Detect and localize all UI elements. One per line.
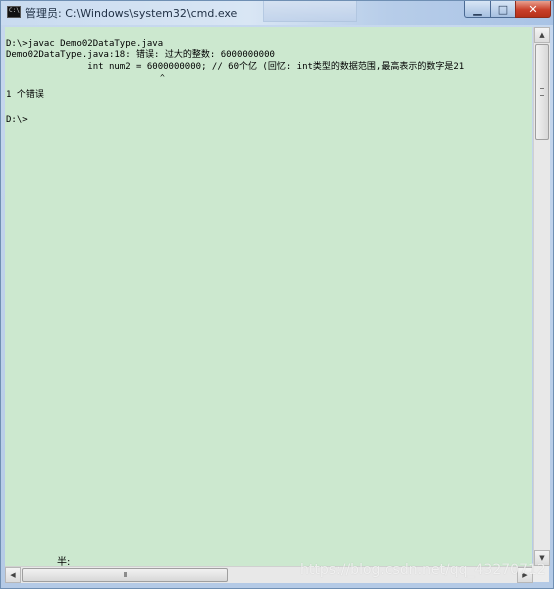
vertical-scrollbar[interactable]: ▲ ▼ (533, 27, 550, 566)
title-bar[interactable]: 管理员: C:\Windows\system32\cmd.exe ▁ □ ✕ (1, 1, 553, 25)
error-caret-marker: ^ (160, 73, 165, 82)
scroll-left-arrow-icon[interactable]: ◀ (5, 567, 21, 583)
horizontal-scroll-thumb[interactable]: III (22, 568, 228, 582)
console-line-source: int num2 = 6000000000; // 60个亿 (回忆: int类… (6, 62, 465, 72)
scroll-up-arrow-icon[interactable]: ▲ (534, 27, 550, 43)
minimize-button[interactable]: ▁ (464, 1, 491, 18)
console-line-prompt: D:\> (6, 115, 28, 125)
close-button[interactable]: ✕ (515, 1, 551, 18)
maximize-button[interactable]: □ (490, 1, 516, 18)
vertical-scroll-thumb[interactable] (535, 44, 549, 140)
console-line-error: Demo02DataType.java:18: 错误: 过大的整数: 60000… (6, 50, 275, 60)
ime-status: 半: (57, 557, 71, 566)
console-line-error-count: 1 个错误 (6, 90, 44, 100)
console-output[interactable]: D:\>javac Demo02DataType.java Demo02Data… (5, 27, 532, 566)
window-title: 管理员: C:\Windows\system32\cmd.exe (25, 7, 238, 20)
watermark-text: https://blog.csdn.net/qq_43270712 (300, 562, 546, 578)
console-line-command: D:\>javac Demo02DataType.java (6, 39, 164, 49)
cmd-app-icon[interactable] (7, 6, 21, 18)
cmd-window: 管理员: C:\Windows\system32\cmd.exe ▁ □ ✕ D… (0, 0, 554, 589)
background-window-tab (263, 1, 357, 22)
